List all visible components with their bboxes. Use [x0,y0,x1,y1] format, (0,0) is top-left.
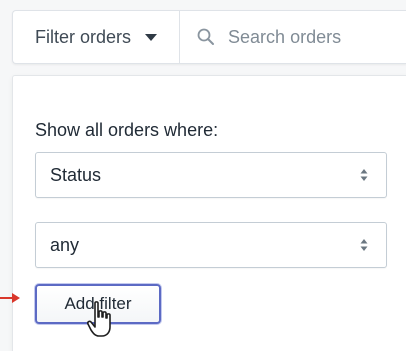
filter-field-value: Status [50,164,102,185]
filter-heading: Show all orders where: [35,120,219,140]
orders-toolbar: Filter orders [12,10,406,64]
hand-cursor-icon [86,301,111,337]
filter-orders-label: Filter orders [35,26,132,47]
search-icon [197,28,215,45]
search-input[interactable] [228,26,379,48]
select-arrows-icon [360,239,368,251]
filter-orders-button[interactable]: Filter orders [13,11,181,63]
filter-value-select[interactable]: any [35,222,387,268]
red-pointer-arrow-icon [0,293,20,303]
search-box[interactable] [180,11,406,63]
caret-down-icon [145,33,158,41]
app-stage: Filter orders Show all orders where: Sta… [0,0,406,351]
filter-value-value: any [50,234,80,255]
filter-field-select[interactable]: Status [35,152,387,198]
select-arrows-icon [360,169,368,181]
filter-popover: Show all orders where: Status any Add fi… [12,75,406,351]
